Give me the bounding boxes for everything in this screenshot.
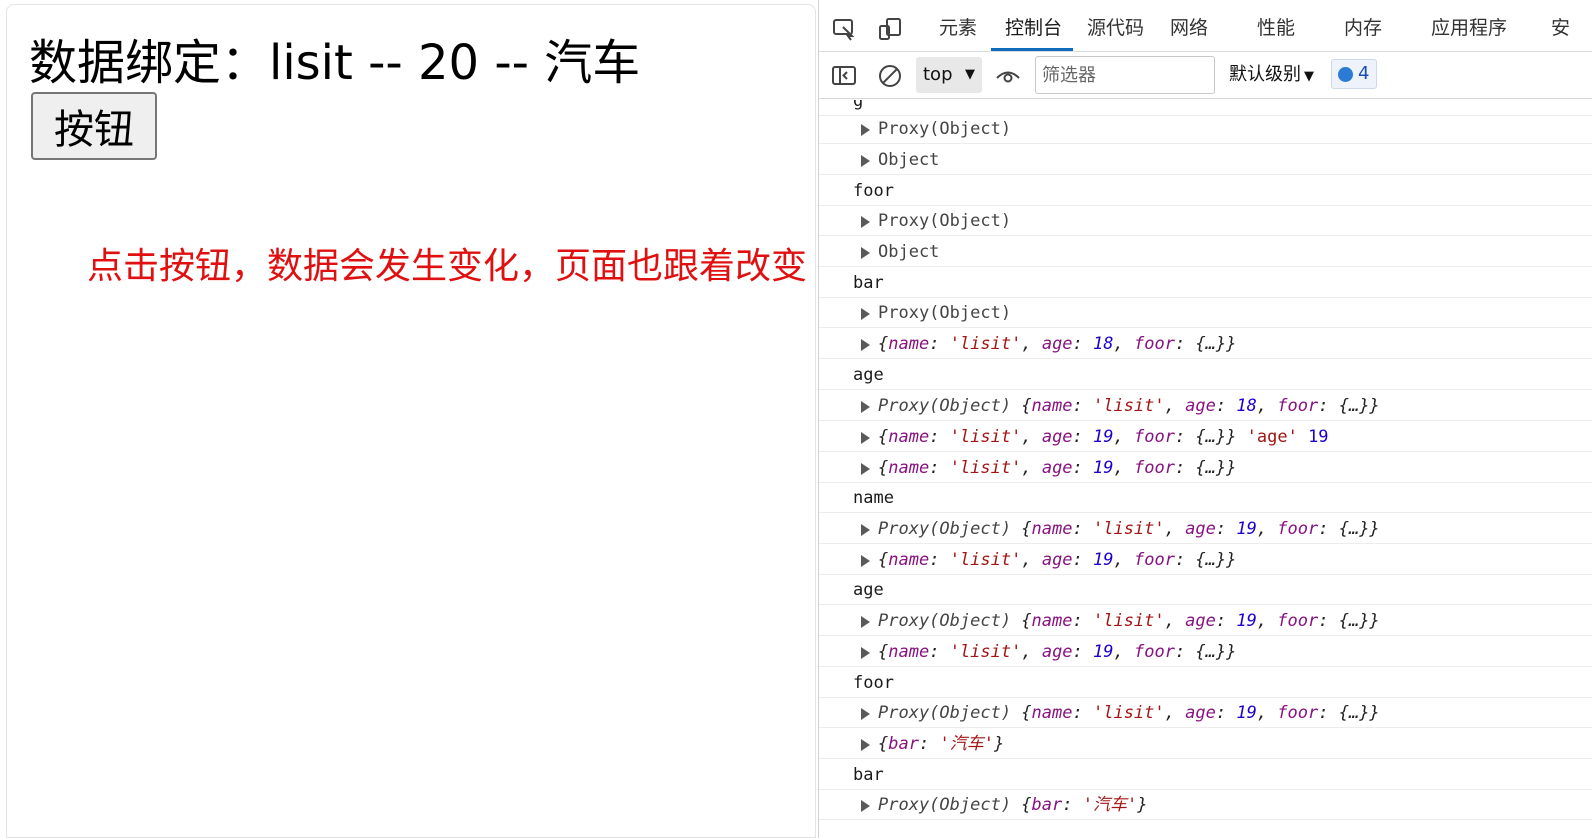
console-object-entry[interactable]: {bar: '汽车'}: [819, 729, 1592, 759]
console-log-label: name: [819, 483, 1592, 513]
console-object-entry[interactable]: {name: 'lisit', age: 19, foor: {…}}: [819, 545, 1592, 575]
console-object-preview: Proxy(Object): [878, 211, 1012, 231]
console-object-entry[interactable]: {name: 'lisit', age: 19, foor: {…}}: [819, 637, 1592, 667]
console-object-preview: {name: 'lisit', age: 19, foor: {…}}: [878, 642, 1237, 662]
console-object-entry[interactable]: Object: [819, 145, 1592, 175]
tab-performance[interactable]: 性能: [1257, 14, 1295, 42]
console-label-text: foor: [853, 673, 894, 693]
console-object-preview: Proxy(Object) {name: 'lisit', age: 19, f…: [878, 519, 1380, 539]
console-output: g Proxy(Object) Object foor Proxy(Object) Obj…: [819, 100, 1592, 838]
filter-input[interactable]: [1035, 56, 1215, 94]
console-object-preview: Object: [878, 242, 940, 262]
console-object-entry[interactable]: Proxy(Object) {name: 'lisit', age: 19, f…: [819, 514, 1592, 544]
issues-badge[interactable]: 4: [1331, 59, 1377, 89]
console-object-entry[interactable]: Proxy(Object) {name: 'lisit', age: 19, f…: [819, 606, 1592, 636]
console-object-preview: Proxy(Object) {bar: '汽车'}: [878, 795, 1148, 815]
console-object-entry[interactable]: Object: [819, 237, 1592, 267]
console-label-text: age: [853, 580, 884, 600]
console-object-preview: Proxy(Object) {name: 'lisit', age: 19, f…: [878, 703, 1380, 723]
tab-sources[interactable]: 源代码: [1087, 14, 1144, 42]
live-expression-eye-icon[interactable]: [995, 63, 1021, 89]
console-label-text: bar: [853, 765, 884, 785]
tab-elements[interactable]: 元素: [939, 14, 977, 42]
console-object-preview: Proxy(Object): [878, 119, 1012, 139]
device-toolbar-icon[interactable]: [877, 16, 903, 42]
expand-triangle-icon[interactable]: [861, 308, 870, 320]
console-log-label: foor: [819, 668, 1592, 698]
console-object-preview: Proxy(Object) {name: 'lisit', age: 19, f…: [878, 611, 1380, 631]
expand-triangle-icon[interactable]: [861, 524, 870, 536]
expand-triangle-icon[interactable]: [861, 463, 870, 475]
log-level-select[interactable]: 默认级别 ▼: [1229, 61, 1314, 91]
expand-triangle-icon[interactable]: [861, 155, 870, 167]
expand-triangle-icon[interactable]: [861, 739, 870, 751]
expand-triangle-icon[interactable]: [861, 432, 870, 444]
annotation-text: 点击按钮，数据会发生变化，页面也跟着改变: [87, 246, 808, 287]
page-title: 数据绑定：lisit -- 20 -- 汽车: [29, 35, 641, 91]
tab-network[interactable]: 网络: [1170, 14, 1208, 42]
console-log-label: bar: [819, 760, 1592, 790]
console-object-entry[interactable]: Proxy(Object): [819, 298, 1592, 328]
console-label-text: age: [853, 365, 884, 385]
console-object-preview: Object: [878, 150, 940, 170]
active-tab-indicator: [991, 48, 1073, 51]
page-button[interactable]: 按钮: [31, 92, 157, 160]
message-icon: [1338, 67, 1353, 82]
expand-triangle-icon[interactable]: [861, 339, 870, 351]
console-object-entry[interactable]: Proxy(Object) {bar: '汽车'}: [819, 790, 1592, 820]
expand-triangle-icon[interactable]: [861, 247, 870, 259]
console-object-entry[interactable]: {name: 'lisit', age: 19, foor: {…}}: [819, 453, 1592, 483]
console-object-preview: {name: 'lisit', age: 19, foor: {…}}: [878, 458, 1237, 478]
console-object-entry[interactable]: Proxy(Object) {name: 'lisit', age: 18, f…: [819, 391, 1592, 421]
expand-triangle-icon[interactable]: [861, 708, 870, 720]
tab-console[interactable]: 控制台: [1005, 14, 1062, 42]
clear-console-icon[interactable]: [877, 63, 903, 89]
chevron-down-icon: ▼: [965, 67, 975, 82]
console-object-preview: {bar: '汽车'}: [878, 734, 1005, 754]
expand-triangle-icon[interactable]: [861, 216, 870, 228]
expand-triangle-icon[interactable]: [861, 555, 870, 567]
console-log-label: foor: [819, 176, 1592, 206]
log-level-value: 默认级别: [1229, 64, 1301, 85]
console-label-text: foor: [853, 181, 894, 201]
chevron-down-icon: ▼: [1304, 69, 1314, 84]
expand-triangle-icon[interactable]: [861, 401, 870, 413]
console-arg-string: 'age': [1246, 427, 1298, 447]
console-object-entry[interactable]: {name: 'lisit', age: 19, foor: {…}} 'age…: [819, 422, 1592, 452]
console-object-entry[interactable]: {name: 'lisit', age: 18, foor: {…}}: [819, 329, 1592, 359]
expand-triangle-icon[interactable]: [861, 616, 870, 628]
console-object-preview: {name: 'lisit', age: 18, foor: {…}}: [878, 334, 1237, 354]
console-object-entry[interactable]: Proxy(Object): [819, 206, 1592, 236]
sidebar-toggle-icon[interactable]: [831, 63, 857, 89]
page-viewport: 数据绑定：lisit -- 20 -- 汽车 按钮 点击按钮，数据会发生变化，页…: [6, 4, 816, 838]
console-toolbar: top ▼ 默认级别▼ 4: [819, 53, 1592, 99]
inspect-element-icon[interactable]: [831, 16, 857, 42]
tab-application[interactable]: 应用程序: [1431, 14, 1507, 42]
console-label-text: name: [853, 488, 894, 508]
expand-triangle-icon[interactable]: [861, 124, 870, 136]
console-log-label: age: [819, 360, 1592, 390]
console-label-text: bar: [853, 273, 884, 293]
console-arg-number: 19: [1308, 427, 1329, 447]
expand-triangle-icon[interactable]: [861, 647, 870, 659]
console-log-label: age: [819, 575, 1592, 605]
console-object-preview: {name: 'lisit', age: 19, foor: {…}}: [878, 550, 1237, 570]
console-object-entry[interactable]: Proxy(Object) {name: 'lisit', age: 19, f…: [819, 698, 1592, 728]
issues-count: 4: [1358, 63, 1370, 84]
context-selector[interactable]: top ▼: [916, 57, 982, 93]
devtools-panel: 元素 控制台 源代码 网络 性能 内存 应用程序 安 top ▼ 默认级别▼: [818, 0, 1592, 838]
console-object-preview: {name: 'lisit', age: 19, foor: {…}} 'age…: [878, 427, 1329, 447]
console-object-preview: Proxy(Object) {name: 'lisit', age: 18, f…: [878, 396, 1380, 416]
console-object-entry[interactable]: Proxy(Object): [819, 114, 1592, 144]
context-value: top: [923, 64, 953, 85]
devtools-tab-bar: 元素 控制台 源代码 网络 性能 内存 应用程序 安: [819, 0, 1592, 52]
tab-security[interactable]: 安: [1551, 14, 1570, 42]
console-log-label: bar: [819, 268, 1592, 298]
console-object-preview: Proxy(Object): [878, 303, 1012, 323]
expand-triangle-icon[interactable]: [861, 800, 870, 812]
tab-memory[interactable]: 内存: [1344, 14, 1382, 42]
